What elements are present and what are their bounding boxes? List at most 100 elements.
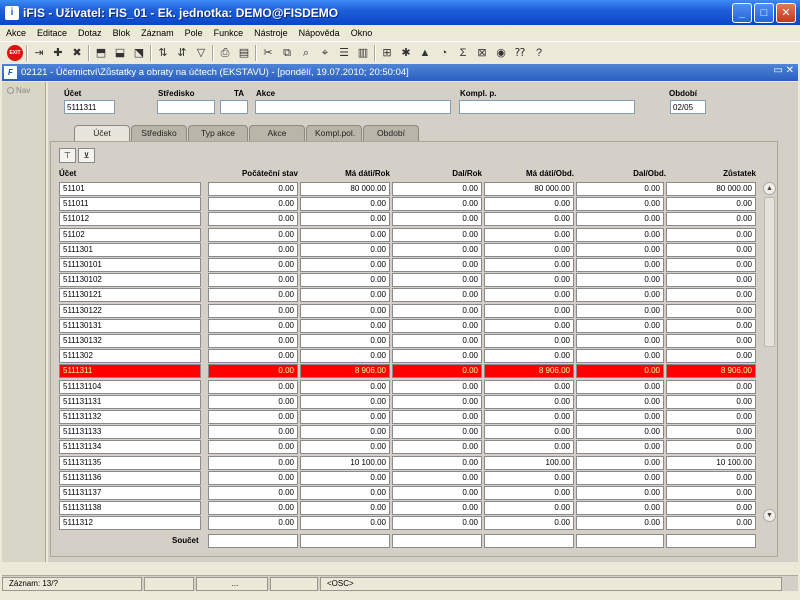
kompl-field[interactable] xyxy=(459,100,635,114)
help-icon[interactable]: ? xyxy=(531,45,547,61)
cell-ma-dati-rok[interactable]: 0.00 xyxy=(300,288,390,303)
cell-dal-rok[interactable]: 0.00 xyxy=(392,394,482,409)
cell-pocatecni-stav[interactable]: 0.00 xyxy=(208,501,298,516)
cell-ma-dati-obd[interactable]: 0.00 xyxy=(484,288,574,303)
cell-ma-dati-rok[interactable]: 10 100.00 xyxy=(300,455,390,470)
insert-record-icon[interactable]: ✚ xyxy=(50,45,66,61)
cell-ma-dati-obd[interactable]: 0.00 xyxy=(484,242,574,257)
cell-dal-rok[interactable]: 0.00 xyxy=(392,334,482,348)
cell-dal-rok[interactable]: 0.00 xyxy=(392,227,482,242)
cell-dal-obd[interactable]: 0.00 xyxy=(576,288,664,303)
cell-ucet[interactable]: 511012 xyxy=(59,212,201,227)
tab-obdobi[interactable]: Období xyxy=(363,125,419,141)
tab-typ-akce[interactable]: Typ akce xyxy=(188,125,248,141)
cell-ma-dati-obd[interactable]: 0.00 xyxy=(484,410,574,424)
cell-dal-obd[interactable]: 0.00 xyxy=(576,410,664,424)
cell-dal-obd[interactable]: 0.00 xyxy=(576,486,664,500)
cell-pocatecni-stav[interactable]: 0.00 xyxy=(208,242,298,257)
cell-ucet[interactable]: 511011 xyxy=(59,197,201,212)
cell-ma-dati-rok[interactable]: 0.00 xyxy=(300,303,390,318)
cell-pocatecni-stav[interactable]: 0.00 xyxy=(208,364,298,379)
cell-ma-dati-obd[interactable]: 0.00 xyxy=(484,425,574,440)
cell-dal-rok[interactable]: 0.00 xyxy=(392,440,482,455)
grid-scrollbar[interactable]: ▲ ▼ xyxy=(763,182,777,522)
tab-stredisko[interactable]: Středisko xyxy=(131,125,187,141)
cell-zustatek[interactable]: 10 100.00 xyxy=(666,455,756,470)
cell-dal-rok[interactable]: 0.00 xyxy=(392,425,482,440)
cell-ma-dati-rok[interactable]: 0.00 xyxy=(300,197,390,212)
cell-dal-obd[interactable]: 0.00 xyxy=(576,303,664,318)
cell-dal-rok[interactable]: 0.00 xyxy=(392,318,482,333)
cell-dal-obd[interactable]: 0.00 xyxy=(576,379,664,394)
scroll-down-icon[interactable]: ▼ xyxy=(763,509,776,522)
cell-ma-dati-rok[interactable]: 8 906.00 xyxy=(300,364,390,379)
filter-icon[interactable]: ▽ xyxy=(193,45,209,61)
menu-editace[interactable]: Editace xyxy=(30,28,71,38)
menu-pole[interactable]: Pole xyxy=(178,28,207,38)
cell-pocatecni-stav[interactable]: 0.00 xyxy=(208,288,298,303)
cell-dal-rok[interactable]: 0.00 xyxy=(392,410,482,424)
cell-pocatecni-stav[interactable]: 0.00 xyxy=(208,349,298,364)
menu-zaznam[interactable]: Záznam xyxy=(134,28,178,38)
cell-zustatek[interactable]: 0.00 xyxy=(666,394,756,409)
close-icon[interactable]: ✕ xyxy=(776,3,796,23)
cell-ucet[interactable]: 511131137 xyxy=(59,486,201,500)
scroll-thumb[interactable] xyxy=(764,197,775,347)
cell-ma-dati-obd[interactable]: 0.00 xyxy=(484,486,574,500)
cell-dal-obd[interactable]: 0.00 xyxy=(576,227,664,242)
cell-ucet[interactable]: 5111311 xyxy=(59,364,201,379)
cell-ma-dati-obd[interactable]: 0.00 xyxy=(484,197,574,212)
nav-button[interactable]: Nav xyxy=(7,86,30,95)
export-icon[interactable]: ⊻ xyxy=(78,148,95,163)
chart-icon[interactable]: ▲ xyxy=(417,45,433,61)
cell-zustatek[interactable]: 0.00 xyxy=(666,242,756,257)
cell-ucet[interactable]: 51101 xyxy=(59,182,201,196)
cell-ma-dati-rok[interactable]: 0.00 xyxy=(300,318,390,333)
cell-dal-rok[interactable]: 0.00 xyxy=(392,516,482,531)
menu-akce[interactable]: Akce xyxy=(0,28,30,38)
excel-icon[interactable]: ⊠ xyxy=(474,45,490,61)
cell-dal-obd[interactable]: 0.00 xyxy=(576,258,664,272)
cell-ma-dati-obd[interactable]: 0.00 xyxy=(484,303,574,318)
cell-pocatecni-stav[interactable]: 0.00 xyxy=(208,303,298,318)
cell-zustatek[interactable]: 0.00 xyxy=(666,273,756,288)
menu-blok[interactable]: Blok xyxy=(106,28,135,38)
cell-pocatecni-stav[interactable]: 0.00 xyxy=(208,258,298,272)
drilldown-icon[interactable]: ⊤ xyxy=(59,148,76,163)
tab-kompl-pol[interactable]: Kompl.pol. xyxy=(306,125,362,141)
cell-zustatek[interactable]: 0.00 xyxy=(666,440,756,455)
menu-nastroje[interactable]: Nástroje xyxy=(247,28,292,38)
cell-ma-dati-rok[interactable]: 80 000.00 xyxy=(300,182,390,196)
cell-dal-obd[interactable]: 0.00 xyxy=(576,394,664,409)
cell-ma-dati-obd[interactable]: 0.00 xyxy=(484,501,574,516)
cell-dal-rok[interactable]: 0.00 xyxy=(392,242,482,257)
cell-pocatecni-stav[interactable]: 0.00 xyxy=(208,425,298,440)
cell-zustatek[interactable]: 0.00 xyxy=(666,303,756,318)
scroll-up-icon[interactable]: ▲ xyxy=(763,182,776,195)
copy-icon[interactable]: ⧉ xyxy=(279,45,295,61)
cell-dal-obd[interactable]: 0.00 xyxy=(576,364,664,379)
cell-zustatek[interactable]: 0.00 xyxy=(666,227,756,242)
cell-dal-rok[interactable]: 0.00 xyxy=(392,182,482,196)
cut-icon[interactable]: ✂ xyxy=(260,45,276,61)
cell-ucet[interactable]: 5111302 xyxy=(59,349,201,364)
obdobi-field[interactable]: 02/05 xyxy=(670,100,706,114)
cell-pocatecni-stav[interactable]: 0.00 xyxy=(208,410,298,424)
cell-zustatek[interactable]: 0.00 xyxy=(666,318,756,333)
cell-dal-rok[interactable]: 0.00 xyxy=(392,486,482,500)
cell-ucet[interactable]: 51102 xyxy=(59,227,201,242)
cell-pocatecni-stav[interactable]: 0.00 xyxy=(208,516,298,531)
help-context-icon[interactable]: ⁇ xyxy=(512,45,528,61)
cell-dal-obd[interactable]: 0.00 xyxy=(576,455,664,470)
cell-ma-dati-obd[interactable]: 0.00 xyxy=(484,379,574,394)
cell-ucet[interactable]: 511131132 xyxy=(59,410,201,424)
minimize-icon[interactable]: _ xyxy=(732,3,752,23)
cell-ucet[interactable]: 511130131 xyxy=(59,318,201,333)
cell-dal-obd[interactable]: 0.00 xyxy=(576,273,664,288)
browser-icon[interactable]: ◉ xyxy=(493,45,509,61)
cell-zustatek[interactable]: 0.00 xyxy=(666,486,756,500)
cell-ma-dati-rok[interactable]: 0.00 xyxy=(300,242,390,257)
cell-ma-dati-obd[interactable]: 0.00 xyxy=(484,334,574,348)
cell-pocatecni-stav[interactable]: 0.00 xyxy=(208,212,298,227)
cell-ma-dati-rok[interactable]: 0.00 xyxy=(300,212,390,227)
